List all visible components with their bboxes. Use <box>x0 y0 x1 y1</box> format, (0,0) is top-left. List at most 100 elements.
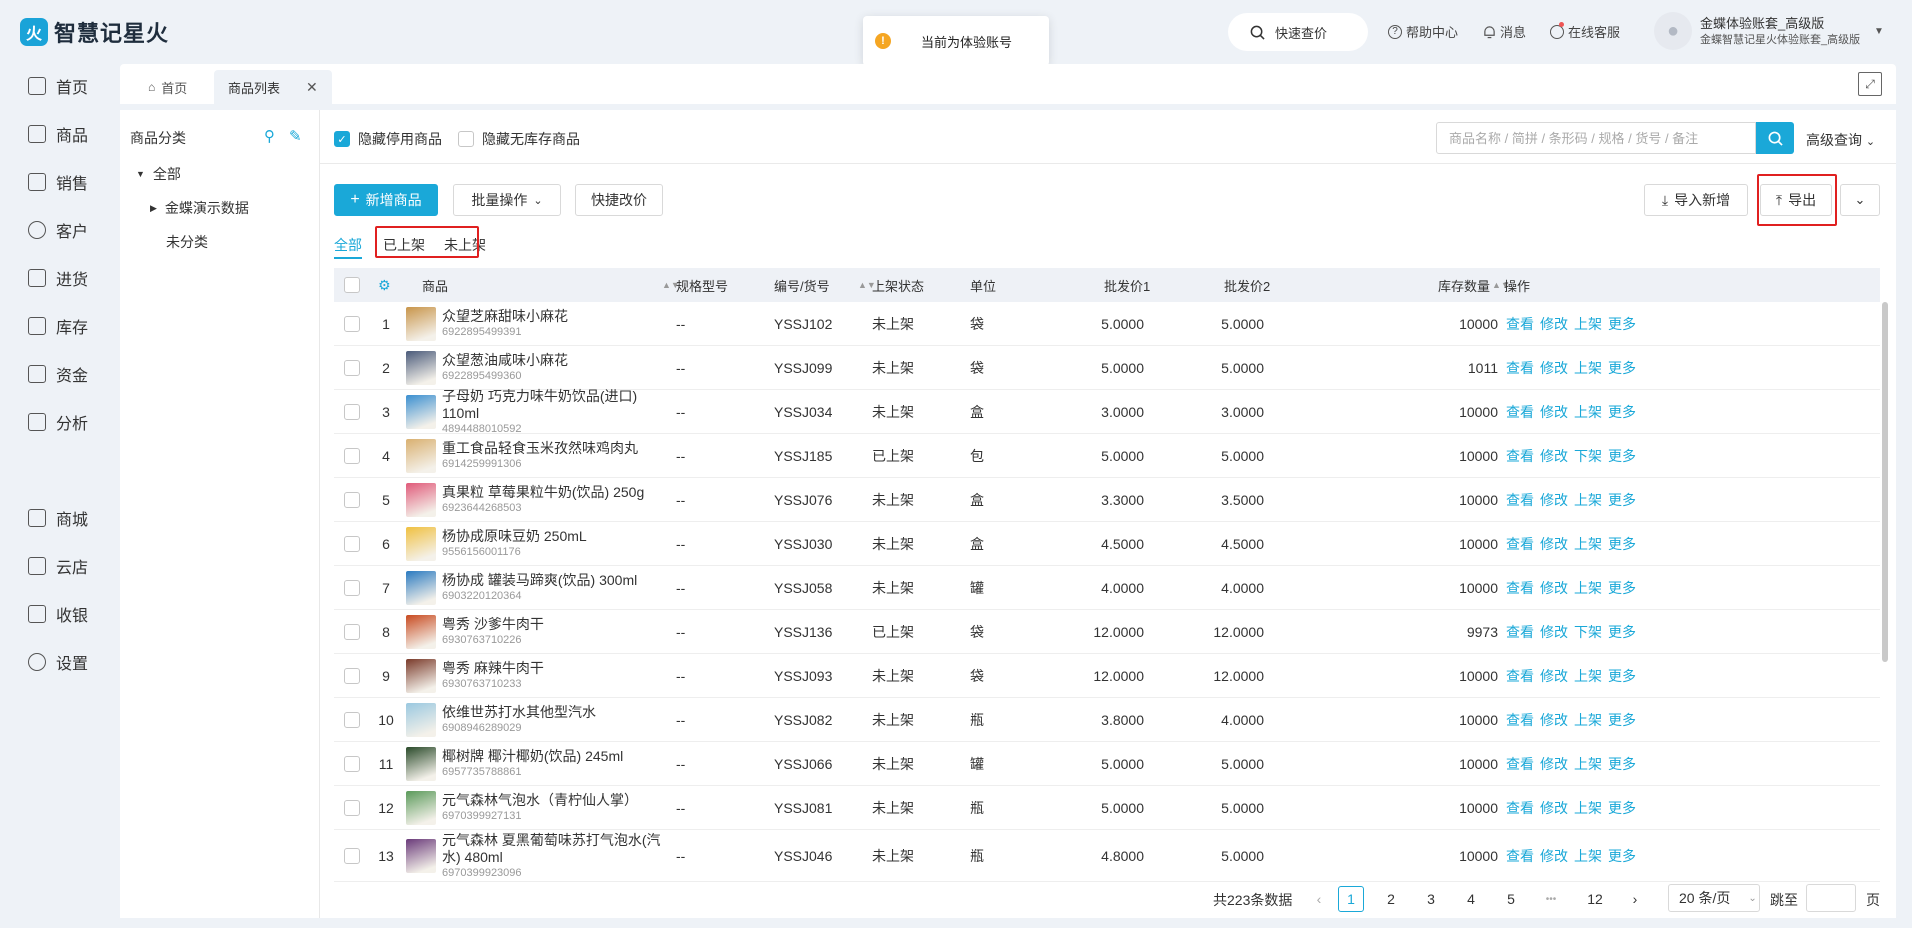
more-link[interactable]: 更多 <box>1608 578 1636 598</box>
more-link[interactable]: 更多 <box>1608 754 1636 774</box>
nav-item-cashier[interactable]: 收银 <box>28 602 88 626</box>
row-checkbox[interactable] <box>344 799 360 816</box>
product-name[interactable]: 依维世苏打水其他型汽水 <box>442 704 596 721</box>
nav-item-sales[interactable]: 销售 <box>28 170 88 194</box>
column-settings-icon[interactable]: ⚙ <box>378 277 391 294</box>
more-link[interactable]: 更多 <box>1608 446 1636 466</box>
listing-toggle-link[interactable]: 下架 <box>1574 622 1602 642</box>
listing-toggle-link[interactable]: 上架 <box>1574 358 1602 378</box>
view-link[interactable]: 查看 <box>1506 578 1534 598</box>
category-node-uncategorized[interactable]: 未分类 <box>166 232 208 252</box>
view-link[interactable]: 查看 <box>1506 358 1534 378</box>
page-button[interactable]: 3 <box>1418 886 1444 912</box>
edit-link[interactable]: 修改 <box>1540 666 1568 686</box>
nav-item-purchase[interactable]: 进货 <box>28 266 88 290</box>
nav-item-analysis[interactable]: 分析 <box>28 410 88 434</box>
chevron-down-icon[interactable]: ▼ <box>1874 26 1884 37</box>
search-button[interactable] <box>1756 122 1794 154</box>
page-button[interactable]: 5 <box>1498 886 1524 912</box>
nav-item-customer[interactable]: 客户 <box>28 218 88 242</box>
edit-link[interactable]: 修改 <box>1540 534 1568 554</box>
view-link[interactable]: 查看 <box>1506 754 1534 774</box>
view-link[interactable]: 查看 <box>1506 622 1534 642</box>
row-checkbox[interactable] <box>344 315 360 332</box>
product-name[interactable]: 椰树牌 椰汁椰奶(饮品) 245ml <box>442 748 623 765</box>
row-checkbox[interactable] <box>344 447 360 464</box>
more-link[interactable]: 更多 <box>1608 358 1636 378</box>
batch-operation-button[interactable]: 批量操作 ⌄ <box>453 184 561 216</box>
listing-toggle-link[interactable]: 上架 <box>1574 846 1602 866</box>
listing-toggle-link[interactable]: 上架 <box>1574 578 1602 598</box>
edit-link[interactable]: 修改 <box>1540 846 1568 866</box>
more-link[interactable]: 更多 <box>1608 710 1636 730</box>
help-center-link[interactable]: ? 帮助中心 <box>1388 22 1458 41</box>
jump-page-input[interactable] <box>1806 884 1856 912</box>
product-name[interactable]: 杨协成原味豆奶 250mL <box>442 528 587 545</box>
edit-icon[interactable]: ✎ <box>289 127 302 145</box>
view-link[interactable]: 查看 <box>1506 534 1534 554</box>
listing-toggle-link[interactable]: 上架 <box>1574 798 1602 818</box>
view-link[interactable]: 查看 <box>1506 490 1534 510</box>
more-link[interactable]: 更多 <box>1608 622 1636 642</box>
nav-item-product[interactable]: 商品 <box>28 122 88 146</box>
scrollbar[interactable] <box>1882 302 1888 662</box>
view-link[interactable]: 查看 <box>1506 710 1534 730</box>
product-name[interactable]: 元气森林气泡水（青柠仙人掌） <box>442 792 638 809</box>
nav-item-cloud-store[interactable]: 云店 <box>28 554 88 578</box>
page-button[interactable]: 4 <box>1458 886 1484 912</box>
more-link[interactable]: 更多 <box>1608 402 1636 422</box>
listing-toggle-link[interactable]: 上架 <box>1574 534 1602 554</box>
more-link[interactable]: 更多 <box>1608 314 1636 334</box>
fullscreen-icon[interactable]: ⤢ <box>1858 72 1882 96</box>
category-node-demo[interactable]: ▶ 金蝶演示数据 <box>150 198 249 218</box>
export-dropdown-button[interactable]: ⌄ <box>1840 184 1880 216</box>
select-all-checkbox[interactable] <box>344 277 360 293</box>
prev-page-button[interactable]: ‹ <box>1306 886 1332 912</box>
view-link[interactable]: 查看 <box>1506 314 1534 334</box>
category-node-all[interactable]: ▼ 全部 <box>136 164 181 184</box>
quick-price-edit-button[interactable]: 快捷改价 <box>575 184 663 216</box>
user-menu[interactable]: ● 金蝶体验账套_高级版 金蝶智慧记星火体验账套_高级版 <box>1654 12 1860 50</box>
row-checkbox[interactable] <box>344 535 360 552</box>
import-button[interactable]: ⤓ 导入新增 <box>1644 184 1748 216</box>
edit-link[interactable]: 修改 <box>1540 622 1568 642</box>
listing-toggle-link[interactable]: 上架 <box>1574 710 1602 730</box>
product-search-input[interactable] <box>1436 122 1756 154</box>
page-ellipsis[interactable]: ••• <box>1538 886 1564 912</box>
tab-product-list[interactable]: 商品列表 ✕ <box>214 70 332 104</box>
quick-price-button[interactable]: 快速查价 <box>1228 13 1368 51</box>
more-link[interactable]: 更多 <box>1608 798 1636 818</box>
advanced-query-button[interactable]: 高级查询 ⌄ <box>1806 130 1875 150</box>
product-name[interactable]: 重工食品轻食玉米孜然味鸡肉丸 <box>442 440 638 457</box>
edit-link[interactable]: 修改 <box>1540 490 1568 510</box>
row-checkbox[interactable] <box>344 623 360 640</box>
edit-link[interactable]: 修改 <box>1540 578 1568 598</box>
view-link[interactable]: 查看 <box>1506 666 1534 686</box>
hide-disabled-checkbox[interactable]: ✓ 隐藏停用商品 <box>334 129 442 149</box>
product-name[interactable]: 众望葱油咸味小麻花 <box>442 352 568 369</box>
row-checkbox[interactable] <box>344 359 360 376</box>
page-size-select[interactable]: 20 条/页 ⌄ <box>1668 884 1760 912</box>
online-service-link[interactable]: 在线客服 <box>1550 21 1620 41</box>
listing-toggle-link[interactable]: 上架 <box>1574 402 1602 422</box>
listing-toggle-link[interactable]: 下架 <box>1574 446 1602 466</box>
product-name[interactable]: 元气森林 夏黑葡萄味苏打气泡水(汽水) 480ml <box>442 832 672 866</box>
edit-link[interactable]: 修改 <box>1540 754 1568 774</box>
hide-no-stock-checkbox[interactable]: 隐藏无库存商品 <box>458 129 580 149</box>
product-name[interactable]: 子母奶 巧克力味牛奶饮品(进口) 110ml <box>442 388 672 422</box>
next-page-button[interactable]: › <box>1622 886 1648 912</box>
view-link[interactable]: 查看 <box>1506 402 1534 422</box>
more-link[interactable]: 更多 <box>1608 666 1636 686</box>
row-checkbox[interactable] <box>344 711 360 728</box>
product-name[interactable]: 真果粒 草莓果粒牛奶(饮品) 250g <box>442 484 644 501</box>
page-button[interactable]: 2 <box>1378 886 1404 912</box>
page-button[interactable]: 12 <box>1582 886 1608 912</box>
edit-link[interactable]: 修改 <box>1540 358 1568 378</box>
nav-item-inventory[interactable]: 库存 <box>28 314 88 338</box>
nav-item-mall[interactable]: 商城 <box>28 506 88 530</box>
close-icon[interactable]: ✕ <box>306 79 318 96</box>
edit-link[interactable]: 修改 <box>1540 710 1568 730</box>
view-link[interactable]: 查看 <box>1506 846 1534 866</box>
edit-link[interactable]: 修改 <box>1540 798 1568 818</box>
listing-toggle-link[interactable]: 上架 <box>1574 490 1602 510</box>
